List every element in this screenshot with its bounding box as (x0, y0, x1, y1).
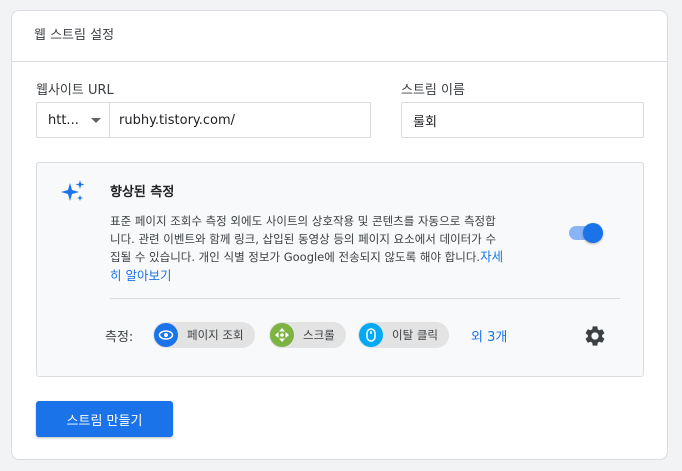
chip-scroll: 스크롤 (269, 322, 346, 348)
website-url-label: 웹사이트 URL (36, 83, 114, 98)
enhanced-measurement-title: 향상된 측정 (110, 185, 175, 200)
chip-label: 이탈 클릭 (392, 328, 438, 342)
more-measurements-link[interactable]: 외 3개 (471, 326, 507, 345)
enhanced-measurement-toggle[interactable] (567, 223, 603, 243)
description-text: 표준 페이지 조회수 측정 외에도 사이트의 상호작용 및 콘텐츠를 자동으로 … (110, 214, 497, 264)
measurement-label: 측정: (105, 330, 134, 345)
chevron-down-icon (90, 117, 101, 123)
chip-label: 스크롤 (303, 328, 335, 342)
crosshair-icon (270, 323, 294, 347)
mouse-icon (359, 323, 383, 347)
chip-label: 페이지 조회 (187, 328, 244, 342)
protocol-select[interactable]: htt... (37, 103, 110, 137)
stream-name-input[interactable] (401, 102, 644, 138)
eye-icon (154, 323, 178, 347)
enhanced-measurement-description: 표준 페이지 조회수 측정 외에도 사이트의 상호작용 및 콘텐츠를 자동으로 … (110, 213, 505, 285)
chip-page-views: 페이지 조회 (153, 322, 255, 348)
card-title: 웹 스트림 설정 (12, 11, 667, 62)
gear-icon[interactable] (583, 324, 607, 348)
enhanced-measurement-panel: 향상된 측정 표준 페이지 조회수 측정 외에도 사이트의 상호작용 및 콘텐츠… (36, 162, 644, 377)
sparkle-icon (61, 180, 85, 201)
chip-outbound-clicks: 이탈 클릭 (358, 322, 449, 348)
toggle-thumb (583, 223, 603, 243)
website-url-field: htt... (36, 102, 371, 138)
create-stream-button[interactable]: 스트림 만들기 (36, 401, 173, 437)
divider (110, 298, 620, 299)
protocol-value: htt... (48, 112, 79, 128)
website-url-input[interactable] (110, 103, 370, 137)
web-stream-setup-card: 웹 스트림 설정 웹사이트 URL htt... 스트림 이름 향상된 측정 표… (11, 10, 668, 460)
stream-name-label: 스트림 이름 (401, 83, 465, 98)
